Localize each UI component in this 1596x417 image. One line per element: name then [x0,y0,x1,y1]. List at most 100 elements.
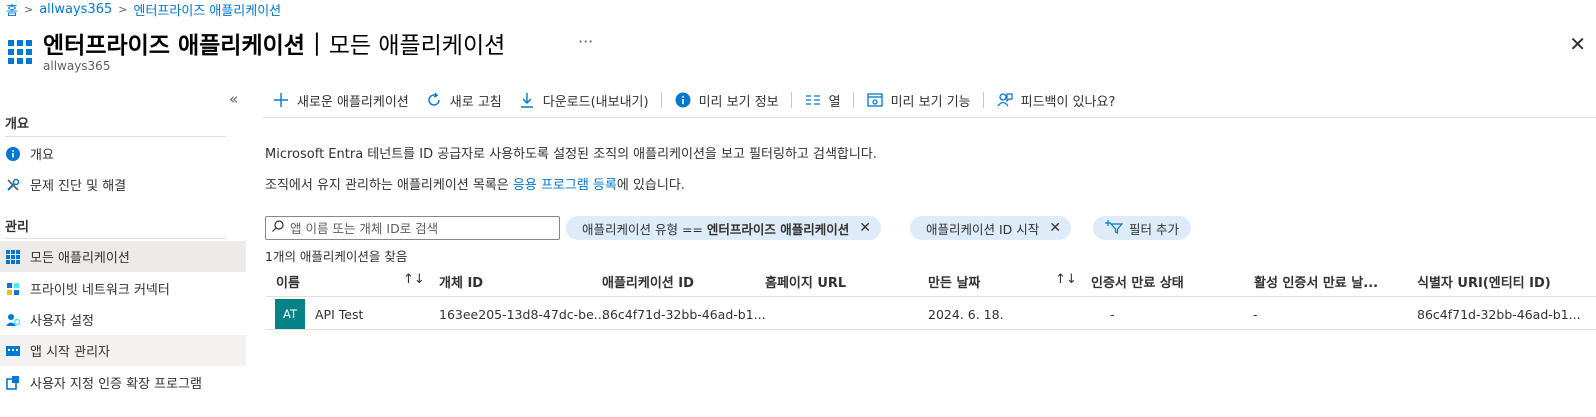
remove-filter-icon[interactable]: ✕ [859,220,871,236]
page-title-sub: 모든 애플리케이션 [328,33,506,59]
extension-icon [6,375,20,390]
nav-item-label: 앱 시작 관리자 [30,345,111,360]
download-label: 다운로드(내보내기) [542,94,649,110]
grid-icon [6,249,20,264]
page-description: Microsoft Entra 테넌트를 ID 공급자로 사용하도록 설정된 조… [265,147,877,162]
columns-label: 열 [828,94,841,110]
refresh-icon [425,91,443,109]
nav-divider [5,238,226,239]
nav-item-app-launchers[interactable]: 앱 시작 관리자 [0,335,246,366]
connector-icon [6,282,20,296]
cell-cert-expiry: - [1253,307,1258,322]
avatar: AT [275,299,305,329]
collapse-nav-button[interactable]: « [229,90,238,108]
column-header-homepage-url[interactable]: 홈페이지 URL [765,272,846,291]
breadcrumb-home[interactable]: 홈 [6,0,18,19]
more-options-button[interactable]: ··· [578,32,593,51]
search-input[interactable] [290,220,550,236]
sort-icon[interactable]: ↑↓ [1055,272,1077,287]
toolbar-divider [263,117,1596,118]
new-application-label: 새로운 애플리케이션 [297,94,409,110]
toolbar-separator [852,92,854,108]
app-name-link[interactable]: API Test [315,307,363,322]
cell-object-id: 163ee205-13d8-47dc-be... [439,307,606,322]
feedback-button[interactable]: 피드백이 있나요? [988,91,1124,110]
tenant-subtitle: allways365 [43,59,111,73]
breadcrumb-tenant[interactable]: allways365 [39,2,112,17]
nav-item-all-applications[interactable]: 모든 애플리케이션 [0,241,246,272]
info-icon [6,146,20,161]
toolbar-separator [790,92,792,108]
cell-identifier-uri: 86c4f71d-32bb-46ad-b1... [1417,307,1581,322]
feedback-icon [996,91,1014,109]
refresh-label: 새로 고침 [449,94,502,110]
column-header-cert-expiry[interactable]: 활성 인증서 만료 날... [1254,272,1378,291]
filter-pill-app-type[interactable]: 애플리케이션 유형 == 엔터프라이즈 애플리케이션 ✕ [566,216,881,240]
refresh-button[interactable]: 새로 고침 [417,91,510,110]
command-bar: 새로운 애플리케이션 새로 고침 다운로드(내보내기) 미리 보기 정보 열 미… [266,86,1123,114]
column-header-app-id[interactable]: 애플리케이션 ID [602,272,694,291]
preview-features-icon [866,91,884,109]
result-count: 1개의 애플리케이션을 찾음 [265,249,408,264]
nav-item-label: 모든 애플리케이션 [30,251,130,266]
info-icon [674,91,692,109]
add-filter-button[interactable]: 필터 추가 [1093,216,1191,240]
nav-item-troubleshoot[interactable]: 문제 진단 및 해결 [0,169,246,200]
filter-pill-prefix: 애플리케이션 유형 == [582,221,707,237]
filter-pill-app-id[interactable]: 애플리케이션 ID 시작 ✕ [910,216,1071,240]
feedback-label: 피드백이 있나요? [1020,94,1116,110]
toolbar-separator [660,92,662,108]
search-box [265,216,560,240]
table-divider [266,329,1596,330]
search-icon [272,220,284,236]
table-divider [266,296,1596,297]
column-header-created-date[interactable]: 만든 날짜 [928,272,980,291]
nav-item-private-network-connectors[interactable]: 프라이빗 네트워크 커넥터 [0,273,246,304]
users-settings-icon [6,313,20,327]
wrench-icon [6,178,20,192]
close-icon[interactable]: ✕ [1569,32,1586,56]
nav-divider [5,136,226,137]
nav-item-label: 개요 [30,148,54,163]
add-filter-label: 필터 추가 [1129,221,1179,237]
breadcrumb-enterprise-apps[interactable]: 엔터프라이즈 애플리케이션 [133,0,281,19]
plus-icon [272,91,290,109]
cell-created-date: 2024. 6. 18. [928,307,1004,322]
title-separator: | [312,30,321,56]
app-registrations-note: 조직에서 유지 관리하는 애플리케이션 목록은 응용 프로그램 등록에 있습니다… [265,174,685,193]
columns-icon [804,91,822,109]
nav-heading-overview: 개요 [5,117,29,132]
column-header-identifier-uri[interactable]: 식별자 URI(엔티티 ID) [1417,272,1551,291]
note-prefix: 조직에서 유지 관리하는 애플리케이션 목록은 [265,178,513,193]
app-launcher-icon [6,344,20,358]
preview-features-label: 미리 보기 기능 [890,94,971,110]
download-button[interactable]: 다운로드(내보내기) [510,91,657,110]
preview-info-button[interactable]: 미리 보기 정보 [666,91,787,110]
breadcrumb: 홈 > allways365 > 엔터프라이즈 애플리케이션 [6,0,281,19]
nav-item-label: 프라이빗 네트워크 커넥터 [30,283,170,298]
nav-item-user-settings[interactable]: 사용자 설정 [0,304,246,335]
nav-item-custom-auth-extensions[interactable]: 사용자 지정 인증 확장 프로그램 [0,367,246,398]
page-title-main: 엔터프라이즈 애플리케이션 [43,33,305,59]
new-application-button[interactable]: 새로운 애플리케이션 [266,91,417,110]
columns-button[interactable]: 열 [796,91,849,110]
note-suffix: 에 있습니다. [616,178,685,193]
column-header-name[interactable]: 이름 [276,272,300,291]
preview-features-button[interactable]: 미리 보기 기능 [858,91,979,110]
remove-filter-icon[interactable]: ✕ [1049,220,1061,236]
add-filter-icon [1105,219,1124,237]
app-registrations-link[interactable]: 응용 프로그램 등록 [513,178,617,193]
nav-item-overview[interactable]: 개요 [0,138,246,169]
column-header-cert-status[interactable]: 인증서 만료 상태 [1091,272,1184,291]
sort-icon[interactable]: ↑↓ [403,272,425,287]
filter-pill-value: 엔터프라이즈 애플리케이션 [706,221,850,237]
column-header-object-id[interactable]: 개체 ID [439,272,483,291]
download-icon [518,91,536,109]
filter-pill-label: 애플리케이션 ID 시작 [926,221,1040,237]
cell-app-id: 86c4f71d-32bb-46ad-b1... [602,307,766,322]
preview-info-label: 미리 보기 정보 [698,94,779,110]
grid-icon [8,40,32,64]
chevron-right-icon: > [23,2,34,16]
filter-pill-label: 애플리케이션 유형 == 엔터프라이즈 애플리케이션 [582,219,849,238]
nav-item-label: 문제 진단 및 해결 [30,179,127,194]
